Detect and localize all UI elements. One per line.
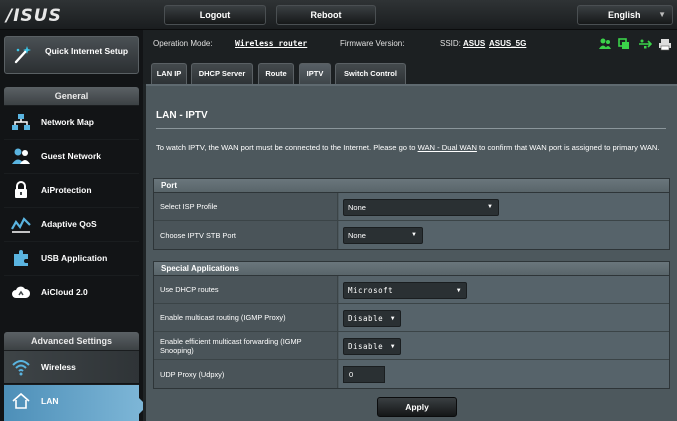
sidebar-item-label: Guest Network <box>41 151 101 161</box>
tab-lan-ip[interactable]: LAN IP <box>151 63 187 84</box>
cloud-icon <box>12 286 31 298</box>
printer-status-icon[interactable] <box>658 37 672 51</box>
page-description: To watch IPTV, the WAN port must be conn… <box>156 141 666 154</box>
sidebar-item-adaptive-qos[interactable]: Adaptive QoS <box>4 207 139 240</box>
quick-internet-setup-button[interactable]: Quick Internet Setup <box>4 36 139 74</box>
dhcp-routes-label: Use DHCP routes <box>154 276 338 303</box>
apply-button[interactable]: Apply <box>377 397 457 417</box>
sidebar-item-label: USB Application <box>41 253 108 263</box>
sidebar-item-label: Wireless <box>41 362 76 372</box>
description-text: to confirm that WAN port is assigned to … <box>476 143 660 152</box>
sidebar-item-wireless[interactable]: Wireless <box>4 350 139 383</box>
sidebar-item-aicloud[interactable]: AiCloud 2.0 <box>4 275 139 308</box>
igmp-snooping-select[interactable]: Disable ▼ <box>343 338 401 355</box>
home-icon <box>12 392 30 409</box>
description-text: To watch IPTV, the WAN port must be conn… <box>156 143 418 152</box>
isp-profile-value: None <box>348 203 366 212</box>
igmp-proxy-select[interactable]: Disable ▼ <box>343 310 401 327</box>
isp-profile-select[interactable]: None ▼ <box>343 199 499 216</box>
port-section-header: Port <box>154 179 669 193</box>
udpxy-port-input[interactable]: 0 <box>343 366 385 383</box>
language-select[interactable]: English ▼ <box>577 5 673 25</box>
sidebar: Quick Internet Setup General Network Map… <box>0 30 143 421</box>
magic-wand-icon <box>14 46 31 64</box>
udpxy-label: UDP Proxy (Udpxy) <box>154 360 338 388</box>
igmp-proxy-label: Enable multicast routing (IGMP Proxy) <box>154 304 338 331</box>
special-applications-header: Special Applications <box>154 262 669 276</box>
dropdown-arrow-icon: ▼ <box>411 232 417 238</box>
tab-iptv[interactable]: IPTV <box>299 63 331 84</box>
lock-icon <box>15 181 27 198</box>
sidebar-item-guest-network[interactable]: Guest Network <box>4 139 139 172</box>
tab-route[interactable]: Route <box>258 63 294 84</box>
igmp-proxy-row: Enable multicast routing (IGMP Proxy) Di… <box>154 304 669 332</box>
iptv-stb-port-label: Choose IPTV STB Port <box>154 221 338 249</box>
iptv-stb-port-select[interactable]: None ▼ <box>343 227 423 244</box>
tab-switch-control[interactable]: Switch Control <box>335 63 406 84</box>
app-status-icon[interactable] <box>617 37 631 51</box>
udpxy-row: UDP Proxy (Udpxy) 0 <box>154 360 669 388</box>
language-label: English <box>608 10 641 20</box>
tab-dhcp-server[interactable]: DHCP Server <box>191 63 253 84</box>
sidebar-item-usb-application[interactable]: USB Application <box>4 241 139 274</box>
reboot-button[interactable]: Reboot <box>276 5 376 25</box>
ssid-label: SSID: <box>440 39 461 48</box>
title-divider <box>156 128 666 129</box>
igmp-snooping-value: Disable <box>348 342 384 351</box>
dhcp-routes-select[interactable]: Microsoft ▼ <box>343 282 467 299</box>
tab-bar: LAN IP DHCP Server Route IPTV Switch Con… <box>143 60 677 84</box>
sidebar-item-lan[interactable]: LAN <box>4 384 139 421</box>
ssid-link-2g[interactable]: ASUS <box>463 39 485 48</box>
wifi-icon <box>12 360 30 376</box>
operation-mode-label: Operation Mode: <box>153 39 213 48</box>
dropdown-arrow-icon: ▼ <box>487 204 493 210</box>
page-title: LAN - IPTV <box>156 110 208 121</box>
usb-status-icon[interactable] <box>638 37 652 51</box>
dropdown-arrow-icon: ▼ <box>390 343 395 350</box>
sidebar-item-label: AiProtection <box>41 185 92 195</box>
dhcp-routes-value: Microsoft <box>348 286 394 295</box>
port-table: Port Select ISP Profile None ▼ Choose IP… <box>153 178 670 250</box>
igmp-snooping-label: Enable efficient multicast forwarding (I… <box>154 332 338 359</box>
guest-network-icon <box>12 148 30 164</box>
ssid-link-5g[interactable]: ASUS_5G <box>489 39 526 48</box>
sidebar-item-label: AiCloud 2.0 <box>41 287 88 297</box>
special-applications-table: Special Applications Use DHCP routes Mic… <box>153 261 670 389</box>
sidebar-item-label: Adaptive QoS <box>41 219 97 229</box>
iptv-stb-port-row: Choose IPTV STB Port None ▼ <box>154 221 669 249</box>
iptv-stb-port-value: None <box>348 231 366 240</box>
sidebar-item-label: LAN <box>41 396 59 406</box>
dropdown-arrow-icon: ▼ <box>456 287 461 294</box>
sidebar-item-network-map[interactable]: Network Map <box>4 105 139 138</box>
puzzle-icon <box>14 250 28 266</box>
sidebar-item-aiprotection[interactable]: AiProtection <box>4 173 139 206</box>
general-section-header: General <box>4 87 139 105</box>
iptv-settings-panel: LAN - IPTV To watch IPTV, the WAN port m… <box>146 84 677 421</box>
dhcp-routes-row: Use DHCP routes Microsoft ▼ <box>154 276 669 304</box>
network-map-icon <box>12 114 30 130</box>
logout-button[interactable]: Logout <box>164 5 266 25</box>
isp-profile-label: Select ISP Profile <box>154 193 338 220</box>
client-status-icon[interactable] <box>598 37 612 51</box>
sidebar-item-label: Network Map <box>41 117 94 127</box>
chevron-down-icon: ▼ <box>658 10 666 19</box>
wan-dual-wan-link[interactable]: WAN - Dual WAN <box>418 143 477 152</box>
top-bar: /ISUS Logout Reboot English ▼ <box>0 0 677 30</box>
igmp-proxy-value: Disable <box>348 314 384 323</box>
quick-setup-label: Quick Internet Setup <box>45 46 129 56</box>
advanced-settings-header: Advanced Settings <box>4 332 139 350</box>
qos-icon <box>11 217 31 233</box>
asus-logo: /ISUS <box>6 6 62 26</box>
isp-profile-row: Select ISP Profile None ▼ <box>154 193 669 221</box>
dropdown-arrow-icon: ▼ <box>390 315 395 322</box>
firmware-version-label: Firmware Version: <box>340 39 405 48</box>
main-panel: Operation Mode: Wireless router Firmware… <box>143 30 677 421</box>
igmp-snooping-row: Enable efficient multicast forwarding (I… <box>154 332 669 360</box>
status-bar: Operation Mode: Wireless router Firmware… <box>143 30 677 60</box>
operation-mode-link[interactable]: Wireless router <box>235 39 307 48</box>
